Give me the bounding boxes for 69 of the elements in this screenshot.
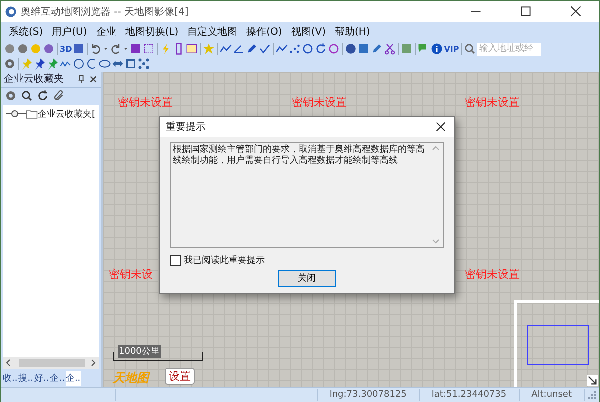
info-icon[interactable]	[431, 43, 444, 56]
nodes-icon[interactable]	[138, 58, 150, 70]
checkbox-label: 我已阅读此重要提示	[184, 254, 265, 267]
search-field[interactable]: 输入地址或经	[477, 42, 542, 56]
status-text: lat:51.23440735	[420, 389, 520, 402]
dotted-square-icon[interactable]	[143, 43, 156, 56]
resize-arrow-icon[interactable]	[587, 375, 598, 386]
vip-button[interactable]: VIP	[444, 44, 460, 54]
search-icon[interactable]	[21, 90, 33, 102]
horizontal-scrollbar[interactable]	[3, 357, 99, 370]
angle-icon[interactable]	[233, 43, 246, 56]
scissors-icon[interactable]	[384, 43, 396, 56]
menu-item[interactable]: 系统(S)	[9, 24, 44, 39]
redo-icon[interactable]	[110, 43, 122, 56]
refresh-icon[interactable]	[37, 90, 49, 102]
map-label: 密钥未设置	[118, 94, 173, 110]
map-label: 密钥未设置	[292, 94, 347, 110]
route-icon[interactable]	[276, 43, 288, 56]
circle-icon[interactable]	[73, 58, 85, 70]
menu-item[interactable]: 帮助(H)	[335, 24, 370, 39]
dots-icon[interactable]	[289, 43, 302, 56]
polyline-icon[interactable]	[220, 43, 232, 56]
search-icon[interactable]	[464, 43, 476, 56]
window-title: 奥维互动地图浏览器 -- 天地图影像[4]	[21, 6, 189, 18]
map-label: 密钥未设置	[465, 94, 520, 110]
frame-icon[interactable]	[186, 43, 198, 56]
panel-tab[interactable]: 企..	[50, 370, 65, 386]
refresh-icon[interactable]	[315, 43, 328, 56]
checkbox[interactable]	[170, 254, 181, 266]
menu-item[interactable]: 操作(O)	[246, 24, 282, 39]
panel-tab[interactable]: 企..	[66, 370, 81, 386]
menu-item[interactable]: 视图(V)	[291, 24, 326, 39]
viewport-rectangle[interactable]	[527, 325, 589, 366]
3d-button[interactable]: 3D	[60, 44, 72, 54]
panel-tab[interactable]: 搜..	[18, 370, 34, 386]
close-icon[interactable]	[89, 74, 98, 84]
dialog-title: 重要提示	[166, 120, 206, 134]
circle-icon[interactable]	[302, 43, 314, 56]
status-text: Alt:unset	[520, 389, 585, 402]
ellipse-icon[interactable]	[99, 58, 111, 70]
scale-label: 1000公里	[118, 344, 161, 358]
pin-icon[interactable]	[77, 74, 86, 84]
menu-item[interactable]: 地图切换(L)	[125, 24, 179, 39]
resize-grip-icon[interactable]	[587, 390, 597, 400]
settings-button[interactable]: 设置	[165, 368, 195, 385]
map-label: 密钥未设置	[465, 266, 520, 282]
paperclip-icon[interactable]	[53, 90, 65, 102]
message-text: 根据国家测绘主管部门的要求，取消基于奥维高程数据库的等高线绘制功能，用户需要自行导入高程数据才能绘制等高线	[173, 144, 426, 168]
check-icon[interactable]	[259, 43, 272, 56]
tree-connector-icon	[6, 108, 26, 120]
tree-item[interactable]: 企业云收藏夹[	[38, 108, 96, 121]
panel-tab[interactable]: 收..	[3, 370, 18, 386]
menu-item[interactable]: 企业	[96, 24, 116, 39]
arc-icon[interactable]	[86, 58, 98, 70]
app-logo-icon	[5, 6, 17, 18]
folder-icon	[26, 108, 38, 120]
close-icon[interactable]	[436, 122, 446, 132]
menu-item[interactable]: 用户(U)	[52, 24, 88, 39]
panel-title: 企业云收藏夹	[4, 72, 64, 86]
map-logo: 天地图	[113, 370, 149, 387]
status-text: lng:73.30078125	[318, 389, 420, 402]
menu-item[interactable]: 自定义地图	[188, 24, 238, 39]
close-button[interactable]: 关闭	[278, 270, 336, 287]
undo-icon[interactable]	[90, 43, 102, 56]
map-label: 密钥未设	[109, 266, 153, 282]
pin-icon[interactable]	[34, 58, 46, 70]
panel-tab[interactable]: 好..	[34, 370, 50, 386]
scroll-right-icon[interactable]	[89, 359, 97, 368]
scroll-left-icon[interactable]	[5, 359, 13, 368]
